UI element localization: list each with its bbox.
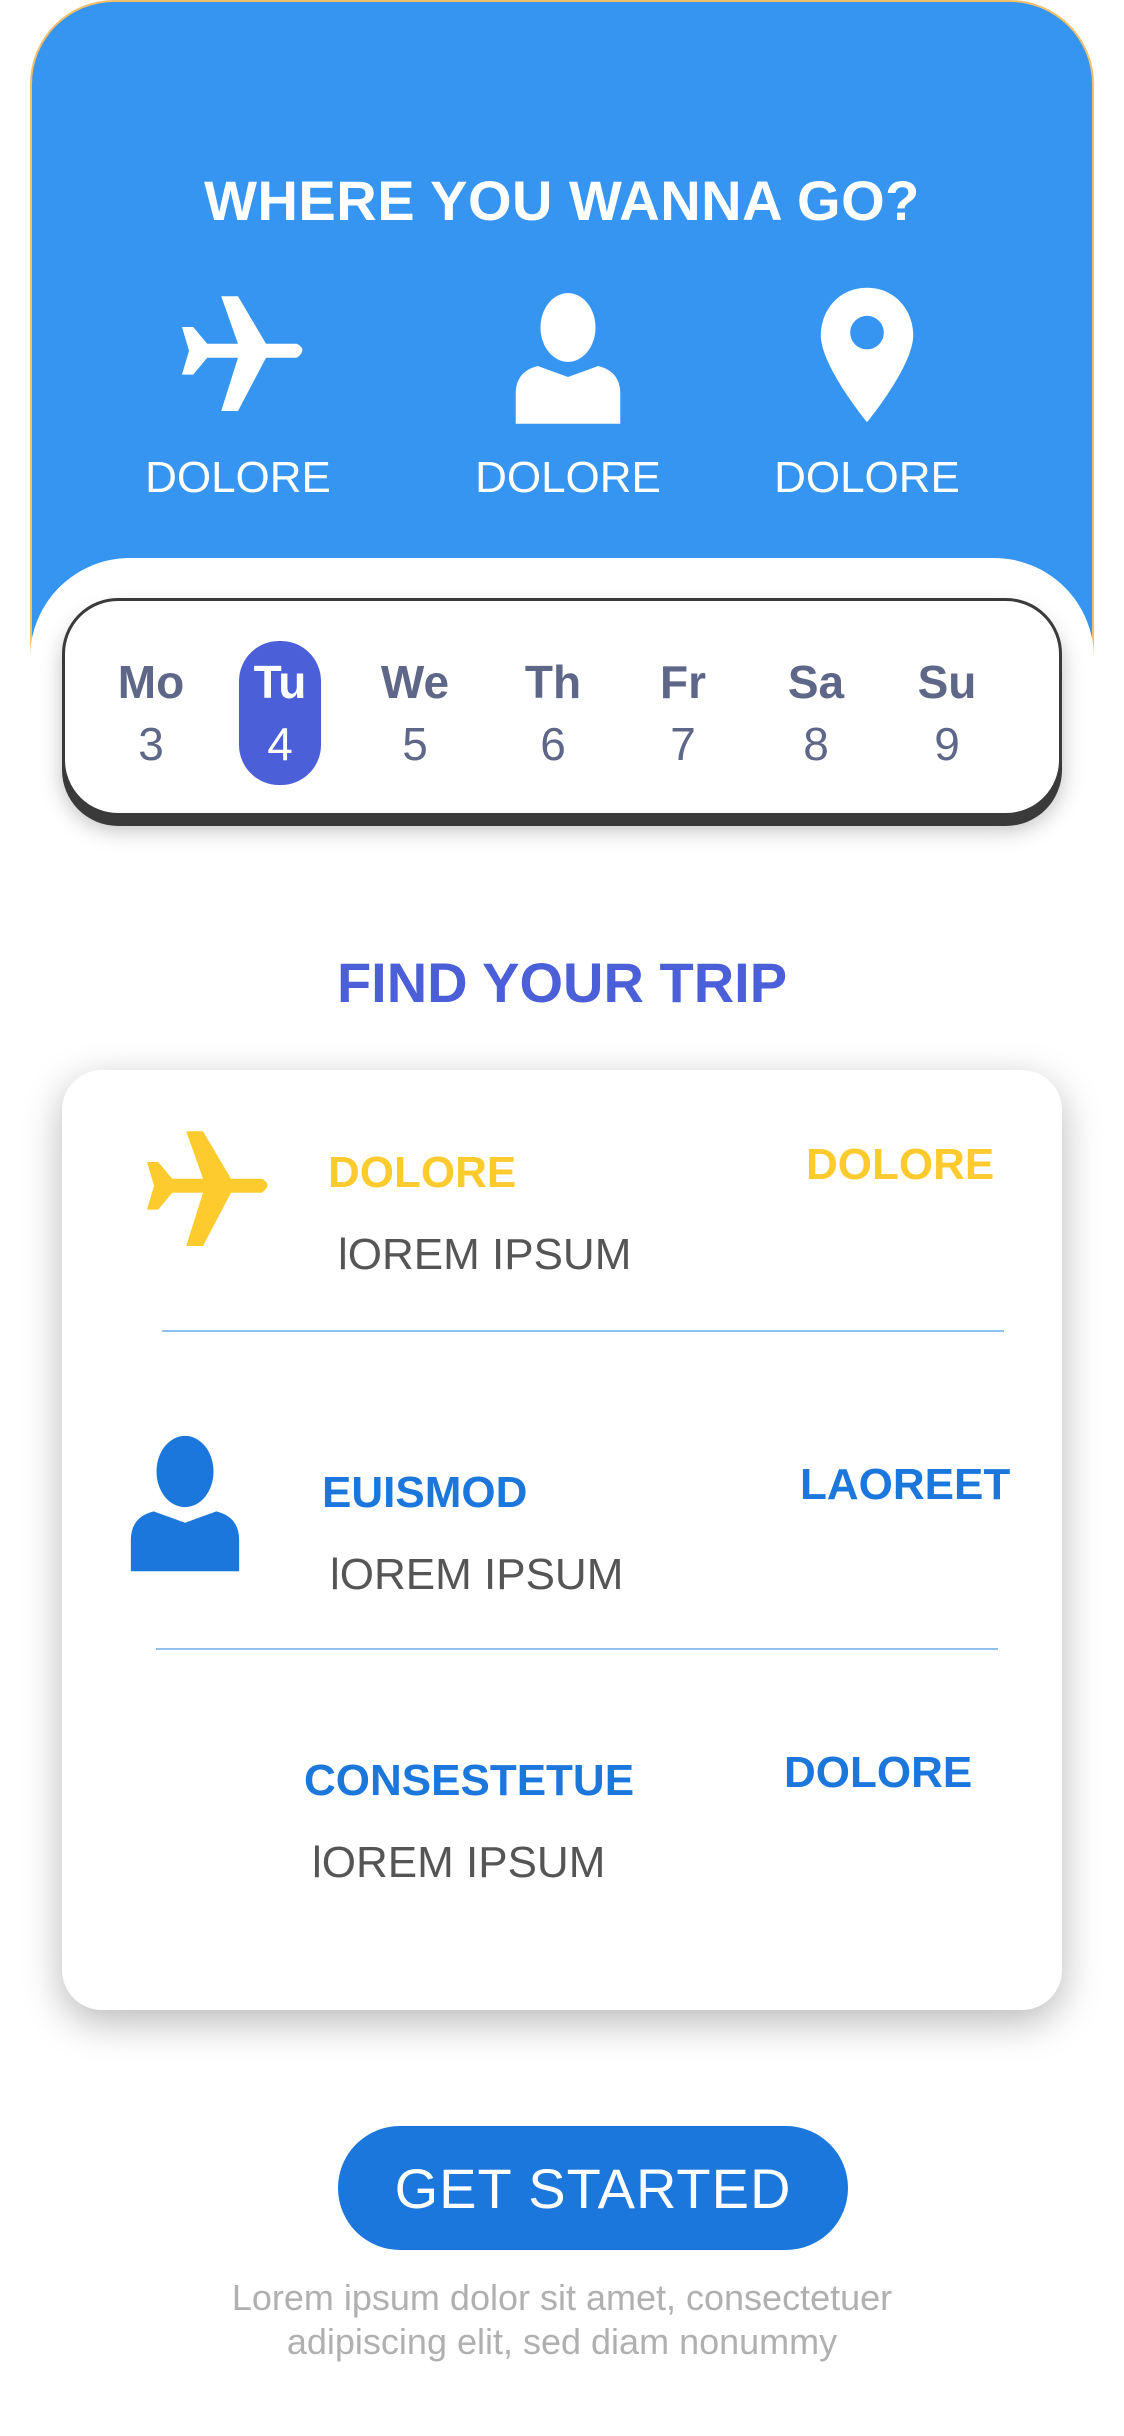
day-name: Su xyxy=(917,656,977,708)
day-su[interactable]: Su 9 xyxy=(899,641,995,785)
divider xyxy=(162,1330,1004,1332)
day-we[interactable]: We 5 xyxy=(367,641,463,785)
category-people[interactable]: DOLORE xyxy=(438,285,698,503)
day-tu-selected[interactable]: Tu 4 xyxy=(239,641,321,785)
airplane-icon xyxy=(182,296,303,411)
category-label: DOLORE xyxy=(145,453,331,502)
category-label: DOLORE xyxy=(475,453,661,502)
day-name: Th xyxy=(524,656,582,708)
get-started-button[interactable]: GET STARTED xyxy=(338,2126,848,2250)
divider xyxy=(156,1648,998,1650)
trip-row-value[interactable]: LAOREET xyxy=(800,1460,1010,1510)
map-pin-icon xyxy=(820,287,914,423)
trip-row-title[interactable]: EUISMOD xyxy=(322,1468,527,1518)
footer-line: adipiscing elit, sed diam nonummy xyxy=(286,2321,838,2362)
day-fr[interactable]: Fr 7 xyxy=(635,641,731,785)
day-number: 4 xyxy=(267,718,293,770)
day-th[interactable]: Th 6 xyxy=(505,641,601,785)
day-number: 5 xyxy=(402,718,428,770)
day-name: We xyxy=(380,656,450,708)
trip-row-title[interactable]: DOLORE xyxy=(328,1148,516,1198)
week-selector: Mo 3 Tu 4 We 5 Th 6 Fr 7 Sa 8 Su 9 xyxy=(62,598,1062,816)
hero-title: WHERE YOU WANNA GO? xyxy=(204,169,920,232)
day-number: 6 xyxy=(540,718,566,770)
trip-row-value[interactable]: DOLORE xyxy=(806,1140,994,1190)
section-title: FIND YOUR TRIP xyxy=(336,951,788,1014)
person-icon xyxy=(130,1435,240,1572)
trip-row-subtitle: lOREM IPSUM xyxy=(338,1230,632,1279)
trip-row-value[interactable]: DOLORE xyxy=(784,1748,972,1798)
footer-line: Lorem ipsum dolor sit amet, consectetuer xyxy=(231,2277,893,2318)
trip-row-subtitle: lOREM IPSUM xyxy=(330,1550,624,1599)
category-flights[interactable]: DOLORE xyxy=(108,285,368,503)
category-location[interactable]: DOLORE xyxy=(737,285,997,503)
day-number: 7 xyxy=(670,718,696,770)
trip-row-subtitle: lOREM IPSUM xyxy=(312,1838,606,1887)
day-name: Sa xyxy=(787,656,845,708)
day-sa[interactable]: Sa 8 xyxy=(768,641,864,785)
day-name: Tu xyxy=(253,656,307,708)
airplane-icon xyxy=(147,1131,268,1246)
trip-row-title[interactable]: CONSESTETUE xyxy=(304,1756,634,1806)
footer-text: Lorem ipsum dolor sit amet, consectetuer… xyxy=(0,2276,1124,2364)
day-name: Fr xyxy=(660,656,706,708)
day-number: 3 xyxy=(138,718,164,770)
category-label: DOLORE xyxy=(774,453,960,502)
day-mo[interactable]: Mo 3 xyxy=(103,641,199,785)
day-number: 8 xyxy=(803,718,829,770)
person-icon xyxy=(515,293,621,424)
trip-list-card: DOLORE lOREM IPSUM DOLORE EUISMOD lOREM … xyxy=(62,1070,1062,2010)
day-number: 9 xyxy=(934,718,960,770)
day-name: Mo xyxy=(117,656,185,708)
